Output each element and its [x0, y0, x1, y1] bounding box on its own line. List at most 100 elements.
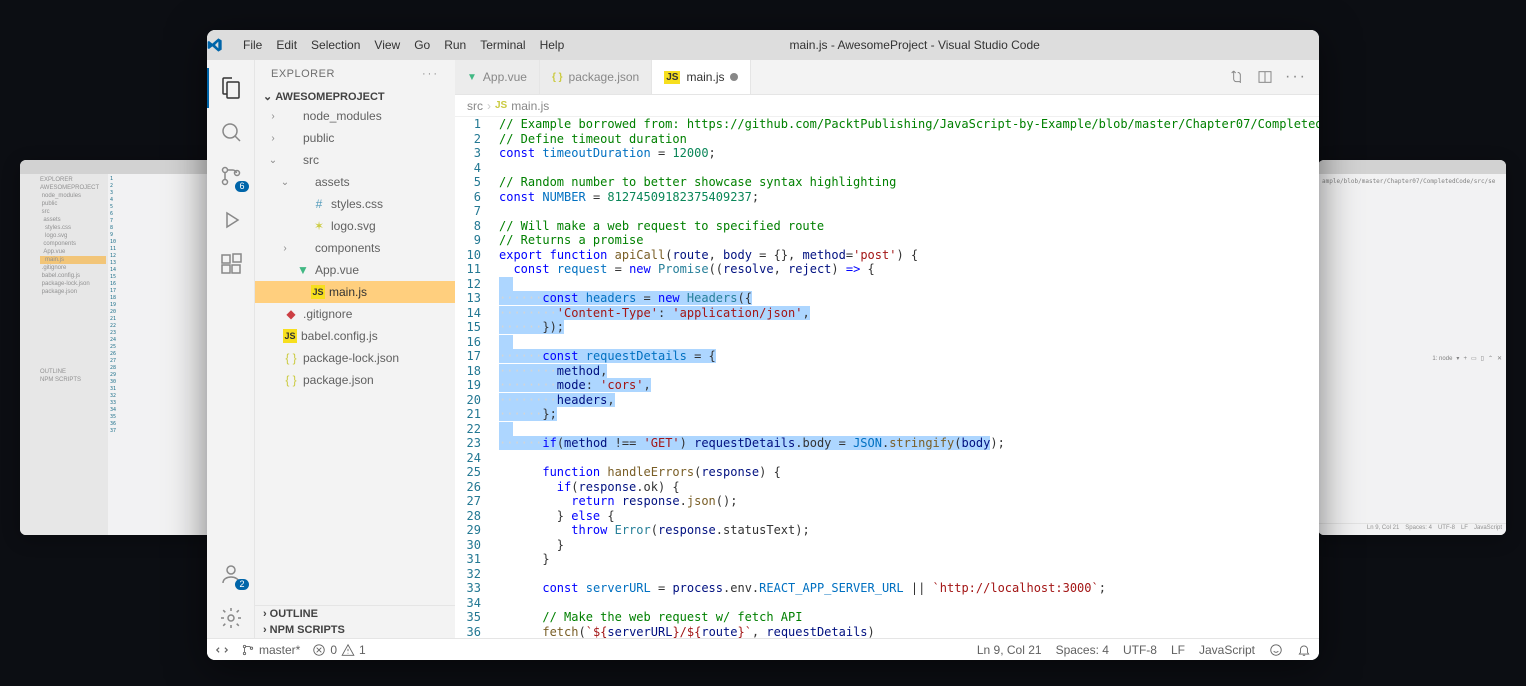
notifications-icon[interactable]	[1297, 643, 1311, 657]
eol-status[interactable]: LF	[1171, 643, 1185, 657]
code-line[interactable]: }	[493, 538, 1319, 553]
json-icon: { }	[283, 351, 299, 365]
folder-assets[interactable]: ⌄assets	[255, 171, 455, 193]
vue-icon: ▼	[467, 72, 477, 83]
more-actions-icon[interactable]: ···	[1285, 68, 1307, 86]
code-line[interactable]	[493, 596, 1319, 611]
file-App-vue[interactable]: ▼App.vue	[255, 259, 455, 281]
code-line[interactable]: ······});	[493, 320, 1319, 335]
folder-src[interactable]: ⌄src	[255, 149, 455, 171]
code-line[interactable]	[493, 161, 1319, 176]
code-line[interactable]: export function apiCall(route, body = {}…	[493, 248, 1319, 263]
indentation-status[interactable]: Spaces: 4	[1056, 643, 1109, 657]
menu-help[interactable]: Help	[534, 38, 571, 52]
tree-item-label: styles.css	[331, 197, 383, 211]
code-line[interactable]: // Returns a promise	[493, 233, 1319, 248]
tree-item-label: logo.svg	[331, 219, 376, 233]
file-package-json[interactable]: { }package.json	[255, 369, 455, 391]
remote-icon[interactable]	[215, 643, 229, 657]
title-bar: FileEditSelectionViewGoRunTerminalHelp m…	[207, 30, 1319, 60]
file-logo-svg[interactable]: ✶logo.svg	[255, 215, 455, 237]
code-line[interactable]: throw Error(response.statusText);	[493, 523, 1319, 538]
code-line[interactable]: ······const headers = new Headers({	[493, 291, 1319, 306]
code-content[interactable]: // Example borrowed from: https://github…	[493, 117, 1319, 638]
code-line[interactable]: // Define timeout duration	[493, 132, 1319, 147]
editor-tabs: ▼App.vue{ }package.jsonJSmain.js ···	[455, 60, 1319, 95]
menu-edit[interactable]: Edit	[270, 38, 303, 52]
menu-file[interactable]: File	[237, 38, 268, 52]
npm-scripts-section[interactable]: ›NPM SCRIPTS	[255, 622, 455, 638]
more-icon[interactable]: ···	[422, 68, 439, 80]
code-line[interactable]: ······};	[493, 407, 1319, 422]
code-line[interactable]: // Make the web request w/ fetch API	[493, 610, 1319, 625]
file-styles-css[interactable]: # styles.css	[255, 193, 455, 215]
search-icon[interactable]	[207, 112, 255, 152]
code-line[interactable]	[493, 422, 1319, 437]
code-line[interactable]: const request = new Promise((resolve, re…	[493, 262, 1319, 277]
file-babel-config-js[interactable]: JSbabel.config.js	[255, 325, 455, 347]
compare-changes-icon[interactable]	[1229, 69, 1245, 85]
file--gitignore[interactable]: ◆.gitignore	[255, 303, 455, 325]
file-main-js[interactable]: JSmain.js	[255, 281, 455, 303]
code-line[interactable]: // Example borrowed from: https://github…	[493, 117, 1319, 132]
code-line[interactable]: // Will make a web request to specified …	[493, 219, 1319, 234]
feedback-icon[interactable]	[1269, 643, 1283, 657]
debug-icon[interactable]	[207, 200, 255, 240]
code-line[interactable]: return response.json();	[493, 494, 1319, 509]
code-line[interactable]	[493, 204, 1319, 219]
code-line[interactable]: const serverURL = process.env.REACT_APP_…	[493, 581, 1319, 596]
menu-selection[interactable]: Selection	[305, 38, 366, 52]
tree-item-label: node_modules	[303, 109, 382, 123]
code-line[interactable]: ········headers,	[493, 393, 1319, 408]
tab-package-json[interactable]: { }package.json	[540, 60, 652, 94]
settings-gear-icon[interactable]	[207, 598, 255, 638]
code-line[interactable]: } else {	[493, 509, 1319, 524]
code-line[interactable]: fetch(`${serverURL}/${route}`, requestDe…	[493, 625, 1319, 639]
code-line[interactable]: const timeoutDuration = 12000;	[493, 146, 1319, 161]
code-line[interactable]	[493, 335, 1319, 350]
code-line[interactable]: function handleErrors(response) {	[493, 465, 1319, 480]
css-icon: #	[311, 197, 327, 211]
code-line[interactable]: const NUMBER = 81274509182375409237;	[493, 190, 1319, 205]
json-icon: { }	[552, 72, 563, 83]
code-line[interactable]: }	[493, 552, 1319, 567]
code-line[interactable]: ······if(method !== 'GET') requestDetail…	[493, 436, 1319, 451]
editor-area: ▼App.vue{ }package.jsonJSmain.js ··· src…	[455, 60, 1319, 638]
line-numbers: 1234567891011121314151617181920212223242…	[455, 117, 493, 638]
problems-status[interactable]: 0 1	[312, 643, 365, 657]
encoding-status[interactable]: UTF-8	[1123, 643, 1157, 657]
menu-run[interactable]: Run	[438, 38, 472, 52]
folder-node_modules[interactable]: ›node_modules	[255, 105, 455, 127]
tree-item-label: public	[303, 131, 334, 145]
menu-go[interactable]: Go	[408, 38, 436, 52]
code-line[interactable]: ········'Content-Type': 'application/jso…	[493, 306, 1319, 321]
extensions-icon[interactable]	[207, 244, 255, 284]
code-line[interactable]: ······const requestDetails = {	[493, 349, 1319, 364]
project-section[interactable]: ⌄AWESOMEPROJECT	[255, 88, 455, 105]
explorer-icon[interactable]	[207, 68, 255, 108]
tab-App-vue[interactable]: ▼App.vue	[455, 60, 540, 94]
file-package-lock-json[interactable]: { }package-lock.json	[255, 347, 455, 369]
code-line[interactable]: // Random number to better showcase synt…	[493, 175, 1319, 190]
menu-terminal[interactable]: Terminal	[474, 38, 531, 52]
account-icon[interactable]: 2	[207, 554, 255, 594]
branch-status[interactable]: master*	[241, 643, 300, 657]
outline-section[interactable]: ›OUTLINE	[255, 606, 455, 622]
breadcrumbs[interactable]: src › JS main.js	[455, 95, 1319, 117]
tab-main-js[interactable]: JSmain.js	[652, 60, 751, 94]
cursor-position[interactable]: Ln 9, Col 21	[977, 643, 1042, 657]
language-mode[interactable]: JavaScript	[1199, 643, 1255, 657]
folder-public[interactable]: ›public	[255, 127, 455, 149]
code-line[interactable]: ········mode: 'cors',	[493, 378, 1319, 393]
code-line[interactable]	[493, 451, 1319, 466]
scm-icon[interactable]: 6	[207, 156, 255, 196]
split-editor-icon[interactable]	[1257, 69, 1273, 85]
code-line[interactable]: if(response.ok) {	[493, 480, 1319, 495]
code-line[interactable]: ········method,	[493, 364, 1319, 379]
code-line[interactable]	[493, 567, 1319, 582]
code-line[interactable]	[493, 277, 1319, 292]
folder-components[interactable]: ›components	[255, 237, 455, 259]
dirty-indicator-icon	[730, 73, 738, 81]
tree-item-label: src	[303, 153, 319, 167]
menu-view[interactable]: View	[368, 38, 406, 52]
